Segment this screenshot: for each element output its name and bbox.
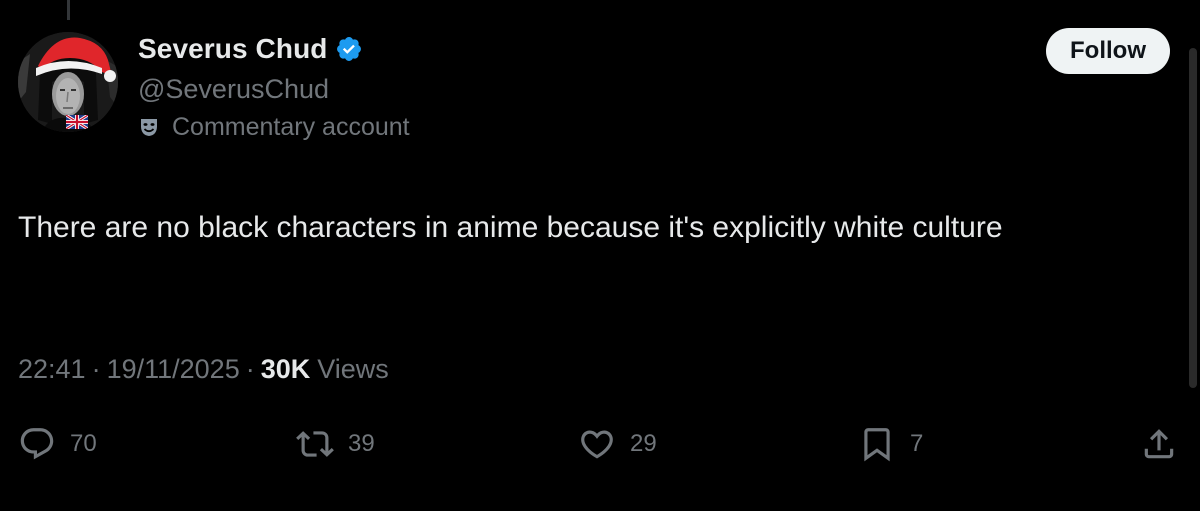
tweet-meta: 22:41 · 19/11/2025 · 30K Views: [18, 354, 389, 385]
tweet-header: Severus Chud @SeverusChud Commentary acc…: [18, 28, 1170, 152]
tweet-date[interactable]: 19/11/2025: [107, 354, 240, 385]
meta-separator: ·: [91, 354, 101, 384]
bookmark-button[interactable]: 7: [858, 422, 923, 466]
like-button[interactable]: 29: [578, 422, 657, 466]
author-handle[interactable]: @SeverusChud: [138, 72, 410, 106]
account-label-text: Commentary account: [172, 112, 410, 141]
tweet-text: There are no black characters in anime b…: [18, 211, 1003, 244]
verified-badge-icon[interactable]: [335, 35, 363, 63]
theater-mask-icon: [141, 119, 157, 136]
repost-button[interactable]: 39: [296, 422, 375, 466]
thread-connector-line: [67, 0, 70, 20]
heart-icon: [581, 430, 613, 459]
reply-icon: [20, 428, 54, 460]
display-name[interactable]: Severus Chud: [138, 33, 327, 65]
meta-separator: ·: [245, 354, 255, 384]
share-icon: [1144, 429, 1174, 459]
scrollbar[interactable]: [1189, 48, 1197, 388]
reply-count: 70: [70, 430, 97, 457]
views-count: 30K: [260, 354, 311, 384]
follow-button[interactable]: Follow: [1046, 28, 1170, 74]
repost-count: 39: [348, 430, 375, 457]
action-bar: 70 39 29 7: [18, 422, 1178, 466]
tweet-time[interactable]: 22:41: [18, 354, 86, 385]
repost-icon: [296, 431, 334, 457]
flag-icon: [66, 115, 88, 129]
like-count: 29: [630, 430, 657, 457]
author-identity: Severus Chud @SeverusChud Commentary acc…: [138, 32, 410, 142]
account-label: Commentary account: [138, 112, 410, 142]
share-button[interactable]: [1140, 422, 1178, 466]
reply-button[interactable]: 70: [18, 422, 97, 466]
bookmark-count: 7: [910, 430, 924, 457]
avatar[interactable]: [18, 32, 118, 132]
views-label: Views: [317, 354, 389, 384]
bookmark-icon: [864, 428, 890, 462]
name-row: Severus Chud: [138, 32, 410, 66]
